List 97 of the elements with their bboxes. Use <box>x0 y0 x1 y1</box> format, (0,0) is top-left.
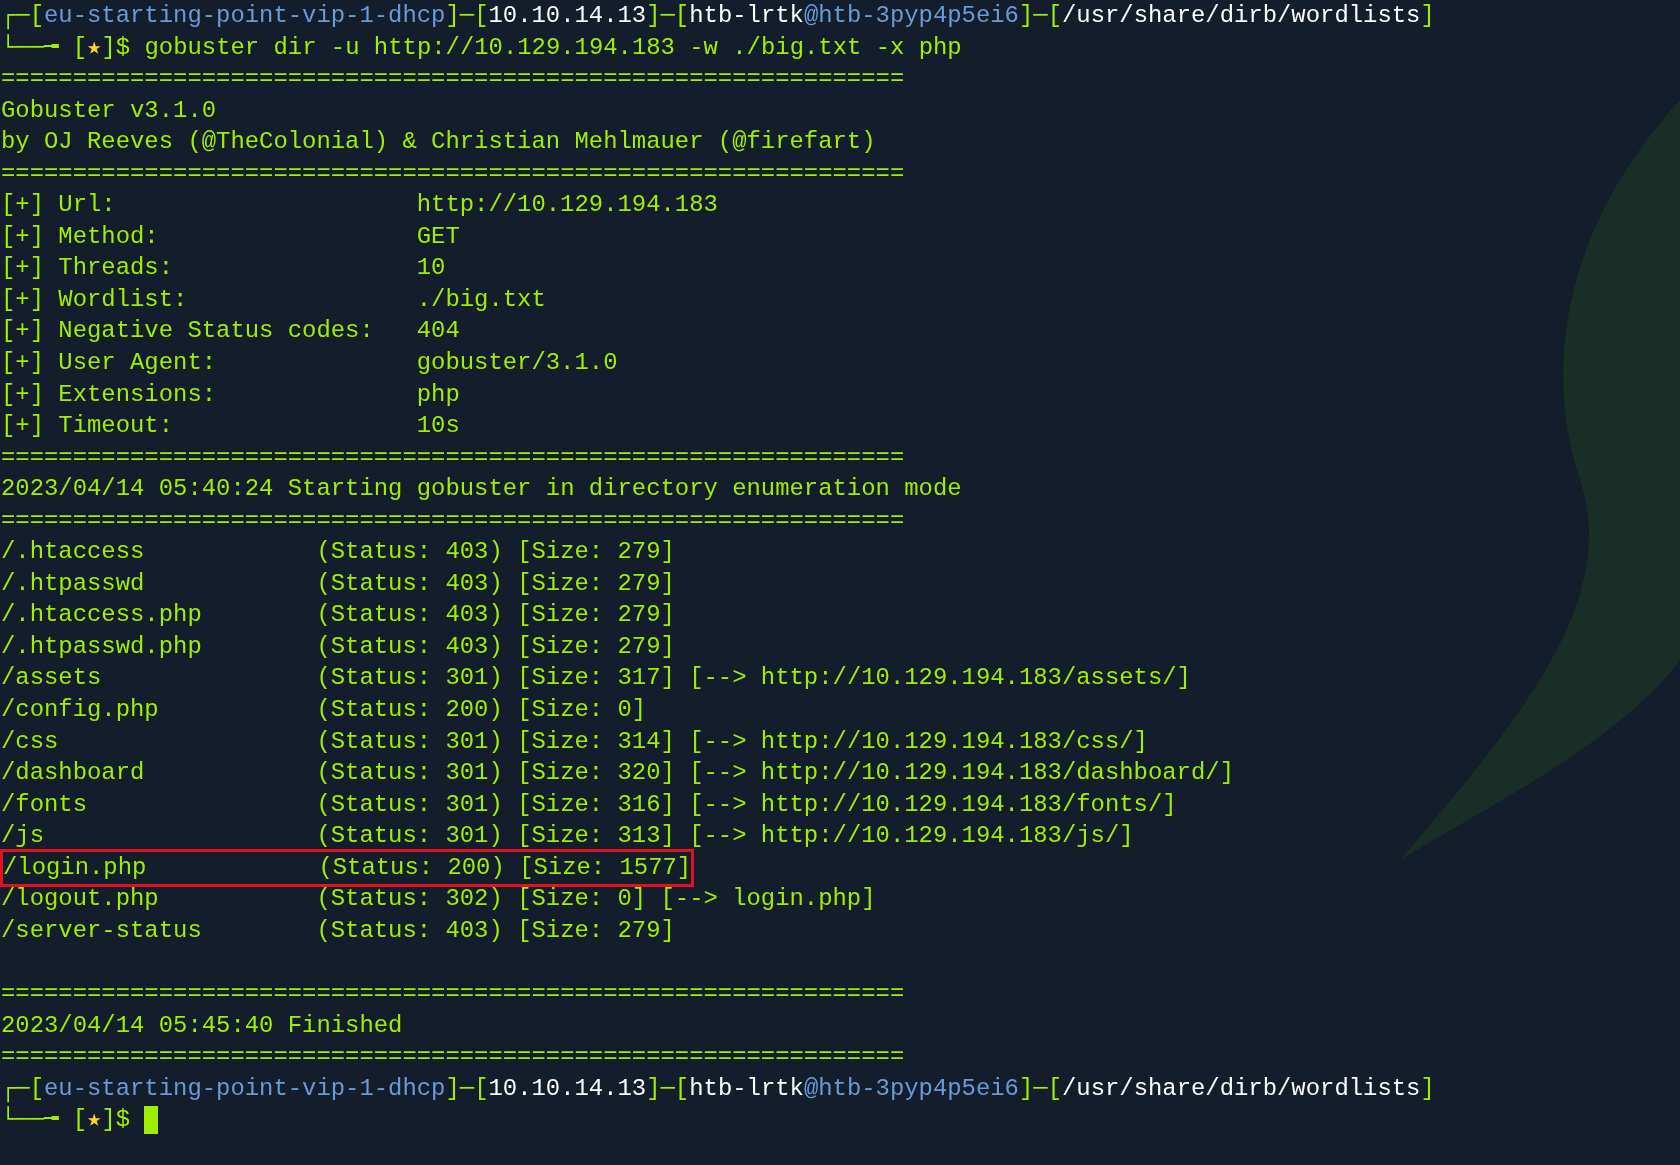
result-path: /css <box>1 726 60 757</box>
size-text: [Size: 316] <box>517 789 675 820</box>
prompt-text: ] <box>1420 1 1435 31</box>
result-path: /logout.php <box>1 884 160 915</box>
prompt-text: ]─[ <box>646 1 690 31</box>
prompt-text: ]─[ <box>1018 1073 1062 1104</box>
command-text: └──╼ [ <box>1 1105 88 1136</box>
separator-line: =============================================================== <box>1 978 905 1009</box>
option-label: [+] Extensions: <box>1 379 218 410</box>
result-path: /.htaccess <box>1 537 146 568</box>
command-text: ★ <box>87 32 102 63</box>
option-value: 10s <box>416 411 460 442</box>
command-text: ]$ <box>101 1105 132 1136</box>
prompt-text: 10.10.14.13 <box>488 1073 647 1104</box>
status-text: (Status: 200) <box>318 852 505 883</box>
option-value: ./big.txt <box>416 284 546 315</box>
command-text: ★ <box>87 1105 102 1136</box>
option-value: http://10.129.194.183 <box>416 190 718 221</box>
option-label: [+] Method: <box>1 221 160 252</box>
result-path: /.htpasswd.php <box>1 631 203 662</box>
status-text: (Status: 301) <box>316 821 503 852</box>
size-text: [Size: 313] <box>517 821 675 852</box>
prompt-text: eu-starting-point-vip-1-dhcp <box>44 1073 446 1104</box>
option-label: [+] Timeout: <box>1 411 175 442</box>
prompt-text: @htb-3pyp4p5ei6 <box>803 1073 1019 1104</box>
option-label: [+] Url: <box>1 190 117 221</box>
prompt-text: ┌─[ <box>1 1 44 32</box>
option-value: GET <box>416 221 460 252</box>
result-path: /dashboard <box>1 758 146 789</box>
result-path: /config.php <box>1 695 160 726</box>
size-text: [Size: 1577] <box>519 852 692 883</box>
redirect-text: [--> http://10.129.194.183/fonts/] <box>689 789 1177 820</box>
prompt-text: ]─[ <box>1018 1 1062 31</box>
result-path: /server-status <box>1 915 203 946</box>
prompt-text: ]─[ <box>445 1073 489 1104</box>
prompt-text: /usr/share/dirb/wordlists <box>1062 1 1421 31</box>
status-text: (Status: 403) <box>316 600 503 631</box>
separator-line: =============================================================== <box>1 64 905 95</box>
result-path: /assets <box>1 663 103 694</box>
size-text: [Size: 314] <box>517 726 675 757</box>
option-value: gobuster/3.1.0 <box>416 348 618 378</box>
option-label: [+] User Agent: <box>1 348 218 378</box>
option-value: 10 <box>416 253 446 284</box>
redirect-text: [--> http://10.129.194.183/assets/] <box>689 663 1191 694</box>
command-text: └──╼ [ <box>1 32 88 63</box>
status-text: (Status: 301) <box>316 758 503 789</box>
status-text: (Status: 403) <box>316 537 503 568</box>
separator-line: =============================================================== <box>1 1042 905 1073</box>
output-text: by OJ Reeves (@TheColonial) & Christian Mehlmauer (@firefart) <box>1 127 876 158</box>
option-value: php <box>416 379 460 410</box>
option-label: [+] Negative Status codes: <box>1 316 375 347</box>
size-text: [Size: 0] <box>517 884 647 915</box>
redirect-text: [--> http://10.129.194.183/css/] <box>689 726 1148 757</box>
size-text: [Size: 279] <box>517 915 675 946</box>
prompt-text: ┌─[ <box>1 1073 44 1105</box>
size-text: [Size: 279] <box>517 631 675 662</box>
separator-line: =============================================================== <box>1 158 905 189</box>
prompt-text: ]─[ <box>445 1 489 31</box>
prompt-text: ] <box>1420 1073 1435 1104</box>
size-text: [Size: 279] <box>517 537 675 568</box>
result-path: /login.php <box>3 852 148 883</box>
prompt-text: htb-lrtk <box>689 1 804 31</box>
status-text: (Status: 301) <box>316 663 503 694</box>
option-value: 404 <box>416 316 460 347</box>
separator-line: =============================================================== <box>1 505 905 536</box>
status-text: (Status: 301) <box>316 789 503 820</box>
result-path: /.htaccess.php <box>1 600 203 631</box>
prompt-text: @htb-3pyp4p5ei6 <box>803 1 1019 31</box>
option-label: [+] Wordlist: <box>1 284 189 315</box>
status-text: (Status: 403) <box>316 568 503 599</box>
result-path: /fonts <box>1 789 89 820</box>
prompt-text: htb-lrtk <box>689 1073 804 1104</box>
option-label: [+] Threads: <box>1 253 175 284</box>
status-text: (Status: 403) <box>316 915 503 946</box>
status-text: (Status: 302) <box>316 884 503 915</box>
redirect-text: [--> login.php] <box>660 884 876 915</box>
prompt-text: eu-starting-point-vip-1-dhcp <box>44 1 446 31</box>
prompt-text: ]─[ <box>646 1073 690 1104</box>
output-text: 2023/04/14 05:40:24 Starting gobuster in directory enumeration mode <box>1 474 962 505</box>
size-text: [Size: 317] <box>517 663 675 694</box>
status-text: (Status: 403) <box>316 631 503 662</box>
output-text: 2023/04/14 05:45:40 Finished <box>1 1010 403 1041</box>
size-text: [Size: 0] <box>517 695 647 726</box>
status-text: (Status: 301) <box>316 726 503 757</box>
size-text: [Size: 279] <box>517 600 675 631</box>
result-path: /.htpasswd <box>1 568 146 599</box>
size-text: [Size: 320] <box>517 758 675 789</box>
prompt-text: /usr/share/dirb/wordlists <box>1062 1073 1421 1104</box>
prompt-text: 10.10.14.13 <box>488 1 647 31</box>
command-text: ]$ gobuster dir -u http://10.129.194.183 -w ./big.txt -x php <box>101 32 962 63</box>
result-path: /js <box>1 821 45 852</box>
status-text: (Status: 200) <box>316 695 503 726</box>
redirect-text: [--> http://10.129.194.183/dashboard/] <box>689 758 1234 789</box>
redirect-text: [--> http://10.129.194.183/js/] <box>689 821 1134 852</box>
size-text: [Size: 279] <box>517 568 675 599</box>
separator-line: =============================================================== <box>1 442 905 473</box>
output-text: Gobuster v3.1.0 <box>1 95 217 126</box>
